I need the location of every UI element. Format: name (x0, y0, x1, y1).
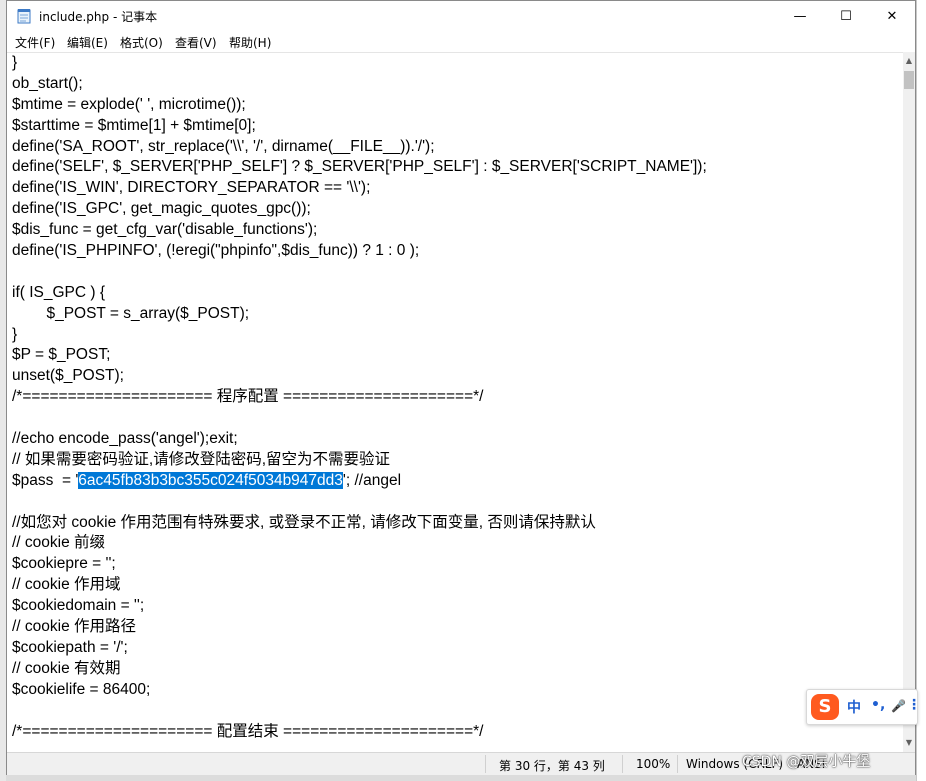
close-button[interactable]: ✕ (869, 1, 915, 31)
text-editor[interactable]: } ob_start(); $mtime = explode(' ', micr… (7, 52, 903, 753)
code-line: } (12, 325, 18, 343)
code-line: $cookiepre = ''; (12, 555, 116, 573)
code-line: unset($_POST); (12, 367, 124, 385)
code-line: define('IS_GPC', get_magic_quotes_gpc())… (12, 200, 311, 218)
code-line: // cookie 作用域 (12, 576, 121, 594)
cursor-position: 第 30 行，第 43 列 (499, 759, 605, 773)
code-line: $starttime = $mtime[1] + $mtime[0]; (12, 116, 256, 134)
maximize-button[interactable]: ☐ (823, 1, 869, 31)
menu-view[interactable]: 查看(V) (175, 34, 217, 51)
code-line: define('SA_ROOT', str_replace('\\', '/',… (12, 137, 435, 155)
code-line: $P = $_POST; (12, 346, 111, 364)
scrollbar-thumb[interactable] (904, 71, 914, 89)
menu-help[interactable]: 帮助(H) (229, 34, 271, 51)
scroll-up-arrow-icon[interactable]: ▲ (903, 54, 915, 68)
zoom-level: 100% (636, 757, 671, 771)
code-line: $mtime = explode(' ', microtime()); (12, 95, 246, 113)
title-bar[interactable]: include.php - 记事本 — ☐ ✕ (7, 1, 915, 31)
scroll-down-arrow-icon[interactable]: ▼ (903, 736, 915, 750)
code-line: define('SELF', $_SERVER['PHP_SELF'] ? $_… (12, 158, 707, 176)
menu-bar: 文件(F) 编辑(E) 格式(O) 查看(V) 帮助(H) (7, 31, 915, 52)
code-line: /*===================== 程序配置 ===========… (12, 388, 484, 406)
status-divider (622, 755, 623, 773)
code-line: //如您对 cookie 作用范围有特殊要求, 或登录不正常, 请修改下面变量,… (12, 513, 596, 531)
pass-suffix: '; //angel (342, 471, 402, 489)
window-title: include.php - 记事本 (39, 10, 158, 24)
status-divider (485, 755, 486, 773)
code-line: $dis_func = get_cfg_var('disable_functio… (12, 221, 318, 239)
status-divider (677, 755, 678, 773)
minimize-button[interactable]: — (777, 1, 823, 31)
code-line: //echo encode_pass('angel');exit; (12, 430, 238, 448)
ime-punctuation-icon[interactable]: •, (871, 697, 885, 713)
selected-hash: 6ac45fb83b3bc355c024f5034b947dd3 (78, 471, 343, 489)
more-icon[interactable]: ⋮ (907, 697, 921, 713)
code-line: define('IS_PHPINFO', (!eregi("phpinfo",$… (12, 242, 420, 260)
code-line: // cookie 前缀 (12, 534, 106, 552)
code-line: // 如果需要密码验证,请修改登陆密码,留空为不需要验证 (12, 450, 391, 468)
menu-edit[interactable]: 编辑(E) (67, 34, 108, 51)
ime-chinese-mode[interactable]: 中 (847, 697, 861, 717)
code-line: ob_start(); (12, 74, 83, 92)
notepad-icon (17, 9, 31, 24)
code-text: } ob_start(); $mtime = explode(' ', micr… (12, 53, 707, 742)
code-line: $cookiepath = '/'; (12, 638, 128, 656)
code-line: define('IS_WIN', DIRECTORY_SEPARATOR == … (12, 179, 371, 197)
pass-prefix: $pass = ' (12, 471, 79, 489)
code-line: $cookiedomain = ''; (12, 597, 145, 615)
vertical-scrollbar[interactable]: ▲ ▼ (903, 52, 915, 752)
code-line: /*===================== 配置结束 ===========… (12, 722, 484, 740)
background-window-right-edge (916, 0, 926, 781)
menu-format[interactable]: 格式(O) (120, 34, 163, 51)
code-line: } (12, 54, 18, 71)
watermark: CSDN @双层小牛堡 (742, 754, 871, 770)
code-line: // cookie 作用路径 (12, 618, 137, 636)
code-line: // cookie 有效期 (12, 659, 121, 677)
code-line: $_POST = s_array($_POST); (12, 304, 250, 322)
notepad-window: include.php - 记事本 — ☐ ✕ 文件(F) 编辑(E) 格式(O… (6, 0, 916, 775)
code-line: $cookielife = 86400; (12, 680, 151, 698)
menu-file[interactable]: 文件(F) (15, 34, 55, 51)
ime-toolbar[interactable]: S 中 •, 🎤 ⋮ (806, 689, 921, 725)
pass-line: $pass = '6ac45fb83b3bc355c024f5034b947dd… (12, 471, 707, 492)
code-line: if( IS_GPC ) { (12, 283, 106, 301)
sogou-logo-icon[interactable]: S (811, 694, 839, 720)
microphone-icon[interactable]: 🎤 (891, 699, 906, 713)
